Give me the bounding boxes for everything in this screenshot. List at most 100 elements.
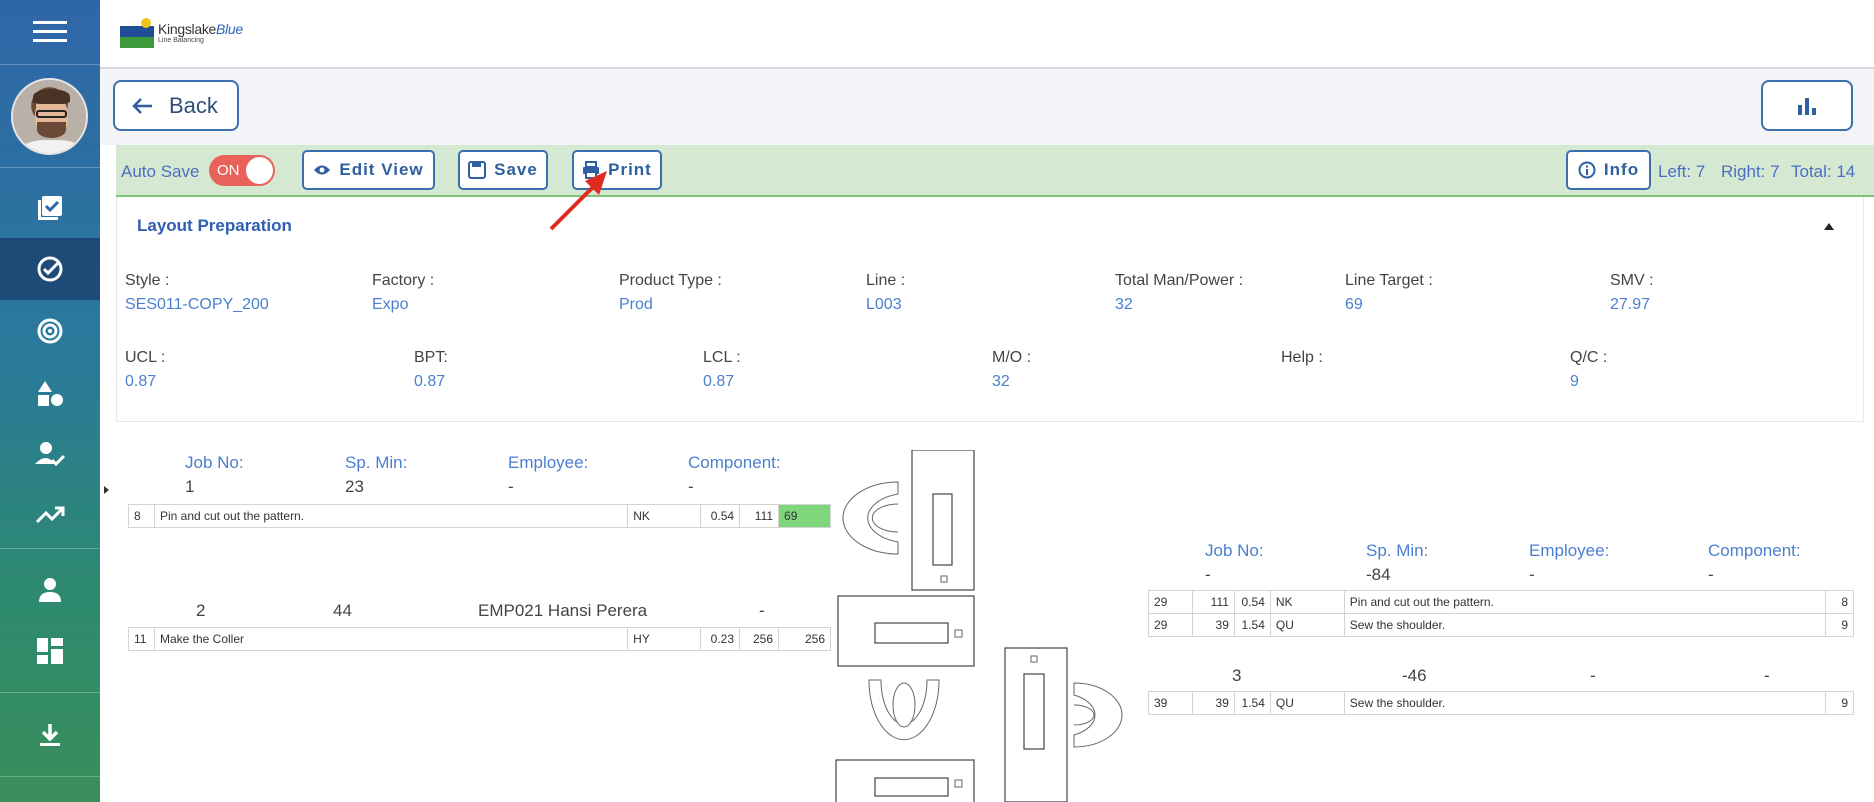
- menu-icon: [33, 20, 67, 42]
- save-button[interactable]: Save: [458, 150, 548, 190]
- field-qc: Q/C :9: [1570, 349, 1608, 390]
- auto-save-label: Auto Save: [121, 162, 200, 181]
- right-count: Right: 7: [1721, 162, 1780, 181]
- save-label: Save: [494, 160, 538, 179]
- job1-sp-min: 23: [345, 477, 364, 496]
- operator-seat-icon: [868, 679, 940, 741]
- brand-sub: Line Balancing: [158, 37, 204, 44]
- field-bpt: BPT: 0.87: [414, 349, 448, 390]
- left-header-job-no: Job No:: [185, 453, 244, 472]
- field-ucl: UCL :0.87: [125, 349, 166, 390]
- table-row[interactable]: 11 Make the Coller HY 0.23 256 256: [128, 627, 831, 651]
- sidebar-item-person[interactable]: [0, 560, 100, 620]
- bar-chart-icon: [1798, 97, 1816, 115]
- left-header-employee: Employee:: [508, 453, 589, 472]
- field-style: Style : SES011-COPY_200: [125, 272, 269, 313]
- brand-accent: Blue: [216, 21, 243, 37]
- field-lcl: LCL :0.87: [703, 349, 741, 390]
- sidebar-item-checklist[interactable]: [0, 178, 100, 238]
- avatar[interactable]: [11, 78, 88, 155]
- sidebar-item-dashboard[interactable]: [0, 620, 100, 682]
- machine-3-icon: [835, 759, 975, 802]
- field-total-manpower: Total Man/Power :32: [1115, 272, 1244, 313]
- person-icon: [39, 578, 61, 602]
- sidebar-item-check[interactable]: [0, 238, 100, 300]
- job2-job-no: 2: [196, 601, 206, 620]
- edit-view-label: Edit View: [339, 160, 424, 179]
- card-title: Layout Preparation: [137, 216, 292, 235]
- left-header-sp-min: Sp. Min:: [345, 453, 408, 472]
- info-button[interactable]: Info: [1566, 150, 1651, 190]
- job2-component: -: [759, 601, 765, 620]
- target-icon: [37, 318, 63, 344]
- job2-employee: EMP021 Hansi Perera: [478, 601, 648, 620]
- job1-employee: -: [508, 477, 514, 496]
- download-icon: [40, 724, 60, 746]
- toolbar: Auto Save ON Edit View Save Print Info L…: [116, 145, 1874, 197]
- jobB-employee: -: [1590, 666, 1596, 685]
- jobB-component: -: [1764, 666, 1770, 685]
- table-row[interactable]: 8 Pin and cut out the pattern. NK 0.54 1…: [128, 504, 831, 528]
- check-circle-icon: [37, 256, 63, 282]
- right-header-sp-min: Sp. Min:: [1366, 541, 1429, 560]
- eye-icon: [314, 165, 331, 175]
- app-logo[interactable]: KingslakeBlue Line Balancing: [120, 18, 243, 48]
- dashboard-icon: [37, 638, 63, 664]
- toggle-label: ON: [217, 162, 240, 179]
- machine-4-icon: [1004, 647, 1123, 802]
- field-help: Help :: [1281, 349, 1323, 366]
- trending-up-icon: [35, 506, 65, 524]
- layout-preparation-card: Layout Preparation Style : SES011-COPY_20…: [116, 197, 1864, 422]
- job1-component: -: [688, 477, 694, 496]
- top-header: KingslakeBlue Line Balancing: [100, 0, 1874, 69]
- jobA-employee: -: [1529, 565, 1535, 584]
- menu-button[interactable]: [0, 0, 100, 63]
- sidebar-item-trending[interactable]: [0, 484, 100, 546]
- jobB-sp-min: -46: [1402, 666, 1427, 685]
- checklist-icon: [38, 196, 62, 220]
- sidebar-item-shapes[interactable]: [0, 362, 100, 424]
- jobA-component: -: [1708, 565, 1714, 584]
- back-label: Back: [169, 92, 218, 118]
- job1-operation-table[interactable]: 8 Pin and cut out the pattern. NK 0.54 1…: [128, 504, 831, 528]
- arrow-left-icon: [132, 97, 152, 114]
- left-header-component: Component:: [688, 453, 781, 472]
- field-smv: SMV :27.97: [1610, 272, 1654, 313]
- sub-header: Back: [100, 69, 1874, 145]
- field-product-type: Product Type : Prod: [619, 272, 722, 313]
- job1-job-no: 1: [185, 477, 195, 496]
- sidebar-item-user-check[interactable]: [0, 424, 100, 484]
- chart-button[interactable]: [1761, 80, 1853, 131]
- user-check-icon: [35, 442, 65, 467]
- floppy-icon: [468, 161, 487, 179]
- sidebar-collapse-toggle[interactable]: [104, 486, 109, 494]
- job2-operation-table[interactable]: 11 Make the Coller HY 0.23 256 256: [128, 627, 831, 651]
- info-label: Info: [1603, 160, 1640, 179]
- field-line: Line : L003: [866, 272, 906, 313]
- machine-layout-icon: [835, 450, 1123, 802]
- layout-diagram: Job No: Sp. Min: Employee: Component: 1 …: [116, 422, 1874, 802]
- auto-save-toggle[interactable]: ON: [209, 155, 275, 186]
- machine-2-icon: [837, 595, 975, 667]
- sidebar-item-target[interactable]: [0, 300, 100, 362]
- total-count: Total: 14: [1791, 162, 1856, 181]
- machine-1-icon: [842, 450, 975, 591]
- red-arrow-icon: [549, 171, 607, 231]
- sidebar: [0, 0, 100, 802]
- left-count: Left: 7: [1658, 162, 1706, 181]
- brand-main: Kingslake: [158, 21, 217, 37]
- back-button[interactable]: Back: [113, 80, 239, 131]
- info-icon: [1578, 161, 1596, 179]
- right-header-employee: Employee:: [1529, 541, 1610, 560]
- field-mo: M/O :32: [992, 349, 1032, 390]
- jobA-sp-min: -84: [1366, 565, 1391, 584]
- collapse-caret-icon[interactable]: [1824, 223, 1834, 230]
- edit-view-button[interactable]: Edit View: [302, 150, 435, 190]
- field-factory: Factory : Expo: [372, 272, 435, 313]
- field-line-target: Line Target :69: [1345, 272, 1433, 313]
- shapes-icon: [38, 381, 63, 406]
- logo-icon: [120, 18, 154, 48]
- right-header-component: Component:: [1708, 541, 1801, 560]
- job2-sp-min: 44: [333, 601, 352, 620]
- sidebar-item-download[interactable]: [0, 705, 100, 765]
